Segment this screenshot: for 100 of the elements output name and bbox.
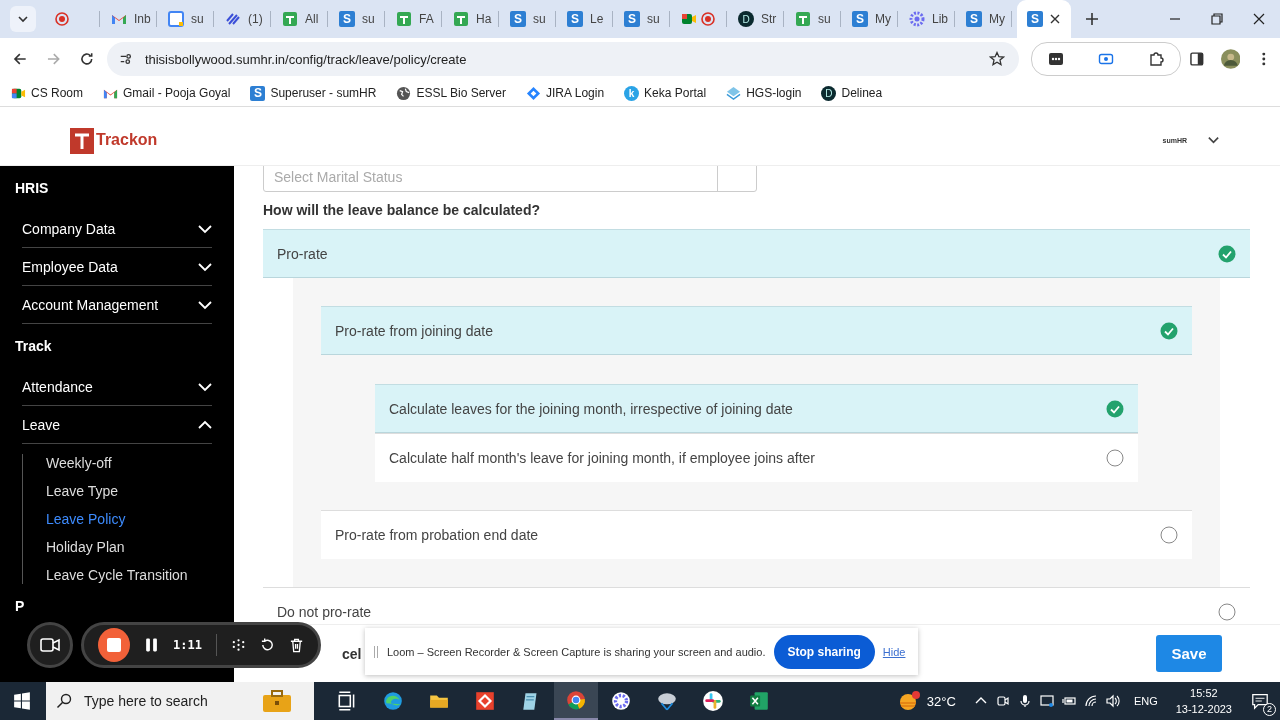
site-info-icon[interactable]: [118, 52, 133, 66]
taskbar-search-field[interactable]: Type here to search: [46, 682, 314, 720]
sidebar-subitem[interactable]: Weekly-off: [46, 454, 112, 472]
profile-avatar[interactable]: [1220, 49, 1241, 69]
sheet-icon: [795, 11, 811, 27]
trash-icon[interactable]: [288, 637, 304, 653]
browser-tab[interactable]: S su: [614, 0, 671, 38]
reload-icon[interactable]: [79, 51, 95, 67]
puzzle-icon[interactable]: [1148, 51, 1165, 67]
sheet-icon: [282, 11, 298, 27]
globe-icon: [396, 85, 412, 101]
clock[interactable]: 15:52 13-12-2023: [1175, 685, 1232, 717]
hide-link[interactable]: Hide: [882, 645, 906, 658]
bookmark-link[interactable]: JIRA Login: [526, 85, 605, 101]
site-icon: S: [510, 11, 526, 27]
option-row[interactable]: Pro-rate from probation end date: [321, 510, 1192, 559]
option-row[interactable]: Calculate leaves for the joining month, irrespective of joining date: [375, 384, 1138, 433]
bookmark-link[interactable]: S Superuser - sumHR: [250, 85, 377, 101]
bookmark-link[interactable]: Gmail - Pooja Goyal: [103, 85, 231, 101]
close-icon[interactable]: [1050, 14, 1060, 24]
check-circle-icon: [1160, 321, 1178, 340]
sidebar-subitem[interactable]: Leave Type: [46, 482, 119, 500]
browser-tab[interactable]: D Str: [728, 0, 785, 38]
browser-tab[interactable]: All: [272, 0, 329, 38]
bookmark-link[interactable]: HGS-login: [726, 85, 802, 101]
browser-tab[interactable]: S: [1017, 0, 1071, 38]
new-tab-icon[interactable]: [1085, 12, 1099, 26]
site-icon: k: [624, 85, 640, 101]
browser-tab[interactable]: S My: [956, 0, 1013, 38]
browser-tab[interactable]: S Le: [557, 0, 614, 38]
browser-tab[interactable]: su: [158, 0, 215, 38]
back-icon[interactable]: [12, 51, 28, 67]
pause-icon[interactable]: [143, 637, 159, 653]
search-icon: [56, 693, 72, 709]
sidebar-subitem[interactable]: Leave Policy: [46, 510, 126, 528]
chevron-down-icon: [17, 13, 29, 25]
star-icon[interactable]: [989, 51, 1006, 67]
snipping-icon[interactable]: [656, 690, 678, 712]
browser-tab[interactable]: S su: [500, 0, 557, 38]
bookmark-link[interactable]: CS Room: [11, 85, 83, 101]
volume-icon[interactable]: [1105, 694, 1120, 708]
calendar-icon: [168, 11, 184, 27]
site-icon: S: [250, 85, 266, 101]
sidebar-item[interactable]: Account Management: [22, 286, 212, 324]
cancel-button[interactable]: cel: [342, 645, 362, 662]
option-row[interactable]: Do not pro-rate: [263, 587, 1250, 624]
sidebar-subitem[interactable]: Holiday Plan: [46, 538, 125, 556]
close-icon[interactable]: [1252, 12, 1266, 26]
option-row[interactable]: Pro-rate: [263, 229, 1250, 278]
language-indicator[interactable]: ENG: [1133, 695, 1158, 707]
browser-tab[interactable]: Ha: [443, 0, 500, 38]
screen-record-icon[interactable]: [1098, 51, 1115, 67]
radio-icon: [1106, 449, 1124, 467]
bookmark-link[interactable]: D Delinea: [821, 85, 883, 101]
sidebar-item[interactable]: Leave: [22, 406, 212, 444]
sidebar-item[interactable]: Attendance: [22, 368, 212, 406]
notification-button[interactable]: 2: [1240, 682, 1280, 720]
display-icon[interactable]: [1039, 694, 1054, 708]
sidebar-item[interactable]: Company Data: [22, 210, 212, 248]
tab-search-button[interactable]: [10, 6, 36, 32]
sidebar-item[interactable]: Employee Data: [22, 248, 212, 286]
stop-sharing-button[interactable]: Stop sharing: [773, 634, 875, 669]
drag-handle-icon[interactable]: [373, 644, 379, 659]
site-icon: S: [1027, 11, 1043, 27]
sharing-message: Loom – Screen Recorder & Screen Capture is sharing your screen and audio.: [387, 645, 766, 658]
password-icon[interactable]: [1048, 51, 1065, 67]
wifi-icon[interactable]: [1083, 694, 1098, 708]
grid-dots-icon[interactable]: [230, 637, 246, 653]
browser-tab[interactable]: Lib: [899, 0, 956, 38]
battery-icon[interactable]: [1061, 694, 1076, 708]
bookmark-link[interactable]: ESSL Bio Server: [396, 85, 507, 101]
browser-tab[interactable]: FA: [386, 0, 443, 38]
recording-time: 1:11: [173, 638, 202, 652]
microphone-icon[interactable]: [1017, 694, 1032, 708]
section-title: HRIS: [15, 180, 50, 198]
taskbar-app-button[interactable]: [554, 682, 598, 720]
camera-icon[interactable]: [995, 694, 1010, 708]
spreadsheet-icon[interactable]: [748, 690, 770, 712]
option-row[interactable]: Pro-rate from joining date: [321, 306, 1192, 355]
restart-icon[interactable]: [259, 637, 275, 653]
browser-icon[interactable]: [382, 690, 404, 712]
option-row[interactable]: Calculate half month's leave for joining month, if employee joins after: [375, 433, 1138, 482]
browser-tab[interactable]: Inb: [101, 0, 158, 38]
bookmark-link[interactable]: k Keka Portal: [624, 85, 707, 101]
sidebar-subitem[interactable]: Leave Cycle Transition: [46, 566, 188, 584]
browser-tab[interactable]: S su: [329, 0, 386, 38]
slack-icon[interactable]: [702, 690, 724, 712]
browser-tab[interactable]: S My: [842, 0, 899, 38]
browser-tab[interactable]: (1): [215, 0, 272, 38]
browser-tab[interactable]: su: [785, 0, 842, 38]
site-icon: S: [624, 11, 640, 27]
windows-start-icon[interactable]: [13, 692, 31, 710]
restore-icon[interactable]: [1210, 12, 1224, 26]
radio-icon: [1160, 526, 1178, 544]
gear-icon[interactable]: [610, 690, 632, 712]
stop-recording-button[interactable]: [98, 628, 130, 662]
address-bar[interactable]: thisisbollywood.sumhr.in/config/track/leave/policy/create: [106, 42, 1020, 76]
side-panel-icon[interactable]: [1189, 51, 1205, 67]
save-button[interactable]: Save: [1156, 635, 1222, 672]
remote-desktop-icon[interactable]: [474, 690, 496, 712]
